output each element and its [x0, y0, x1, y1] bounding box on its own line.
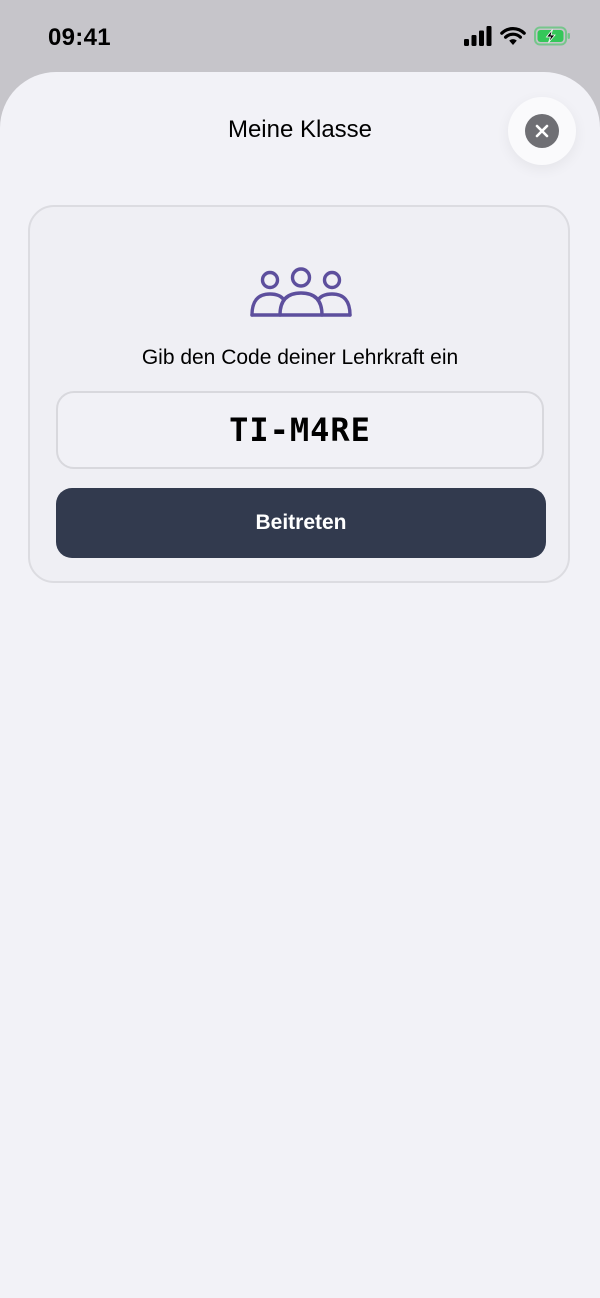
close-icon: [525, 114, 559, 148]
status-time: 09:41: [48, 24, 111, 51]
join-button[interactable]: Beitreten: [56, 488, 546, 558]
battery-charging-icon: [534, 26, 570, 46]
wifi-icon: [500, 27, 526, 45]
class-sheet: Meine Klasse Gib den Code deiner Lehrkra…: [0, 72, 600, 1298]
close-button[interactable]: [508, 97, 576, 165]
group-icon: [250, 267, 352, 317]
status-bar: 09:41: [0, 0, 600, 72]
code-prompt: Gib den Code deiner Lehrkraft ein: [141, 346, 459, 369]
class-code-input[interactable]: [56, 391, 544, 469]
signal-icon: [464, 26, 492, 46]
join-class-card: Gib den Code deiner Lehrkraft ein Beitre…: [28, 205, 570, 583]
status-icons: [464, 26, 572, 46]
